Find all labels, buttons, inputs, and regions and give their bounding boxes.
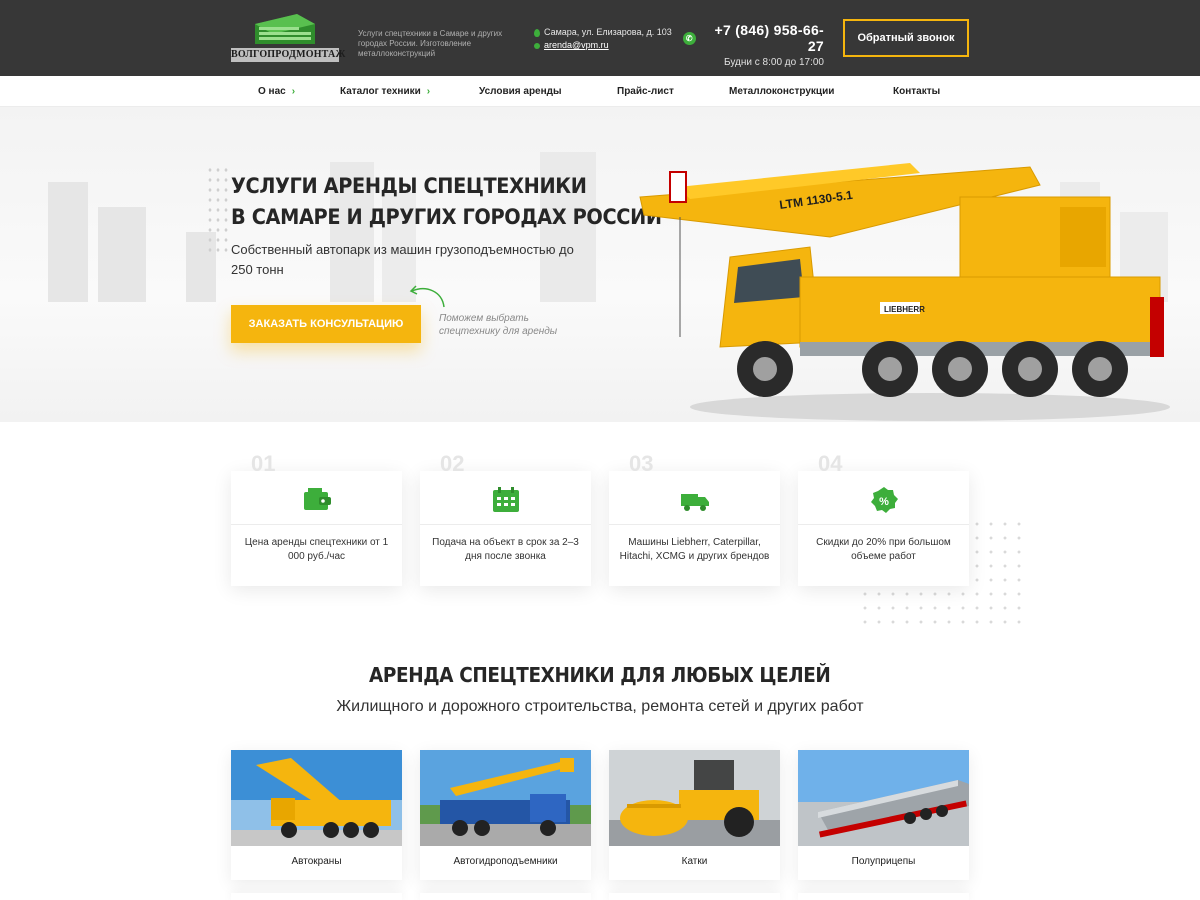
nav-item-rent-terms[interactable]: Условия аренды [479, 76, 562, 107]
feature-card: 01 Цена аренды спецтехники от 1 000 руб.… [231, 451, 402, 586]
feature-card: 04 % Скидки до 20% при большом объеме ра… [798, 451, 969, 586]
hero-title-line1: УСЛУГИ АРЕНДЫ СПЕЦТЕХНИКИ [231, 174, 587, 198]
road-roller-photo [609, 750, 780, 846]
nav-label: О нас [258, 86, 286, 97]
logo-text: ВОЛГОПРОДМОНТАЖ [231, 48, 346, 62]
svg-text:%: % [879, 496, 889, 508]
header-contacts: Самара, ул. Елизарова, д. 103 arenda@vpm… [534, 26, 672, 52]
aerial-lift-truck-photo [420, 750, 591, 846]
hero-hint: Поможем выбрать спецтехнику для аренды [439, 312, 557, 338]
mobile-crane-image: LTM 1130-5.1 LIEBHERR [639, 163, 1170, 421]
feature-number: 02 [440, 451, 465, 476]
section-subtitle: Жилищного и дорожного строительства, рем… [336, 698, 864, 715]
feature-card: 02 Подача на объект в срок за 2–3 дня по… [420, 451, 591, 586]
semi-trailer-photo [798, 750, 969, 846]
hint-line1: Поможем выбрать [439, 313, 529, 324]
hint-line2: спецтехнику для аренды [439, 326, 558, 337]
feature-text: Подача на объект в срок за 2–3 дня после… [432, 537, 579, 562]
background-building [48, 182, 88, 302]
callback-button[interactable]: Обратный звонок [843, 19, 969, 57]
curved-arrow-icon [409, 285, 445, 308]
card-label: Полуприцепы [851, 856, 916, 867]
catalog-card-partial [798, 893, 969, 900]
hero-title-line2: В САМАРЕ И ДРУГИХ ГОРОДАХ РОССИИ [231, 205, 662, 229]
catalog-card-partial [231, 893, 402, 900]
feature-card: 03 Машины Liebherr, Caterpillar, Hitachi… [609, 451, 780, 586]
card-label: Автогидроподъемники [453, 856, 558, 867]
percent-badge-icon: % [871, 487, 898, 513]
calendar-icon [493, 487, 519, 512]
card-label: Автокраны [291, 856, 342, 867]
nav-label: Прайс-лист [617, 86, 674, 97]
top-header: ВОЛГОПРОДМОНТАЖ Услуги спецтехники в Сам… [0, 0, 1200, 76]
logo-building-icon [255, 14, 315, 44]
email-link[interactable]: arenda@vpm.ru [544, 39, 609, 52]
catalog-card-partial [609, 893, 780, 900]
catalog-card-partial [420, 893, 591, 900]
chevron-right-icon: › [291, 86, 296, 97]
nav-label: Каталог техники [340, 86, 421, 97]
hero-title: УСЛУГИ АРЕНДЫ СПЕЦТЕХНИКИ В САМАРЕ И ДРУ… [231, 171, 662, 233]
hero-subtitle: Собственный автопарк из машин грузоподъе… [231, 242, 574, 277]
nav-label: Контакты [893, 86, 941, 97]
divider [420, 524, 591, 525]
card-label: Катки [681, 856, 708, 867]
divider [231, 524, 402, 525]
wallet-icon [304, 488, 331, 510]
feature-text: Цена аренды спецтехники от 1 000 руб./ча… [244, 537, 389, 562]
feature-number: 04 [818, 451, 843, 476]
address-text: Самара, ул. Елизарова, д. 103 [544, 27, 672, 37]
location-pin-icon [534, 28, 540, 37]
order-consultation-button[interactable]: ЗАКАЗАТЬ КОНСУЛЬТАЦИЮ [231, 305, 421, 343]
section-title: АРЕНДА СПЕЦТЕХНИКИ ДЛЯ ЛЮБЫХ ЦЕЛЕЙ [0, 663, 1200, 687]
section-title-text: АРЕНДА СПЕЦТЕХНИКИ ДЛЯ ЛЮБЫХ ЦЕЛЕЙ [369, 663, 831, 687]
email-icon [534, 42, 540, 49]
divider [798, 524, 969, 525]
mobile-crane-photo [231, 750, 402, 846]
nav-item-about[interactable]: О нас › [258, 76, 295, 107]
nav-item-catalog[interactable]: Каталог техники › [340, 76, 430, 107]
truck-icon [681, 494, 709, 511]
working-hours: Будни с 8:00 до 17:00 [724, 57, 824, 68]
divider [609, 524, 780, 525]
chevron-right-icon: › [426, 86, 431, 97]
nav-label: Металлоконструкции [729, 86, 835, 97]
logo[interactable]: ВОЛГОПРОДМОНТАЖ [231, 14, 346, 62]
nav-item-metal-structures[interactable]: Металлоконструкции [729, 76, 834, 107]
crane-brand-label: LIEBHERR [884, 305, 925, 314]
main-nav: О нас › Каталог техники › Условия аренды П… [0, 76, 1200, 107]
phone-block: ✆ +7 (846) 958-66-27 Будни с 8:00 до 17:… [683, 22, 824, 68]
header-tagline: Услуги спецтехники в Самаре и других гор… [358, 29, 503, 58]
feature-number: 03 [629, 451, 654, 476]
decorative-dots [206, 165, 230, 255]
nav-item-price-list[interactable]: Прайс-лист [617, 76, 674, 107]
phone-number[interactable]: +7 (846) 958-66-27 [700, 22, 824, 54]
phone-icon: ✆ [683, 31, 696, 45]
catalog-card-aerial-lifts[interactable]: Автогидроподъемники [420, 750, 591, 880]
feature-number: 01 [251, 451, 276, 476]
feature-text: Скидки до 20% при большом объеме работ [816, 537, 951, 562]
background-building [98, 207, 146, 302]
nav-label: Условия аренды [479, 86, 562, 97]
nav-item-contacts[interactable]: Контакты [893, 76, 940, 107]
hero-banner: УСЛУГИ АРЕНДЫ СПЕЦТЕХНИКИ В САМАРЕ И ДРУ… [0, 107, 1200, 422]
catalog-card-semi-trailers[interactable]: Полуприцепы [798, 750, 969, 880]
catalog-card-road-rollers[interactable]: Катки [609, 750, 780, 880]
catalog-card-mobile-cranes[interactable]: Автокраны [231, 750, 402, 880]
feature-text: Машины Liebherr, Caterpillar, Hitachi, X… [619, 537, 770, 562]
